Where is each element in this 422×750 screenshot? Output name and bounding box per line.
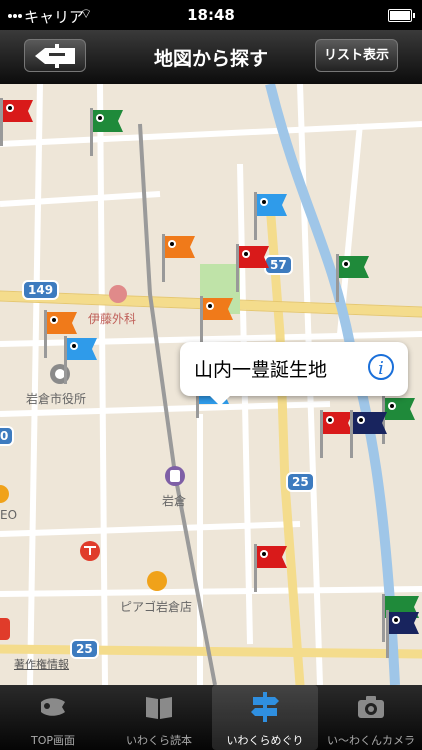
map-label-piago: ピアゴ岩倉店 bbox=[120, 600, 193, 614]
book-icon bbox=[146, 697, 172, 719]
location-callout[interactable]: 山内一豊誕生地 i bbox=[180, 342, 408, 406]
tab-top-label: TOP画面 bbox=[30, 734, 75, 747]
map-view[interactable]: 伊藤外科 岩倉市役所 岩倉 ピアゴ岩倉店 EO 149 25 25 57 0 山… bbox=[0, 84, 422, 685]
tab-top[interactable]: TOP画面 bbox=[0, 685, 106, 750]
tab-camera[interactable]: い〜わくんカメラ bbox=[318, 685, 422, 750]
tab-tour[interactable]: いわくらめぐり bbox=[212, 685, 318, 750]
flag-pin-navy-selected[interactable] bbox=[350, 410, 390, 460]
route-25-shield-lower: 25 bbox=[70, 639, 99, 659]
tab-camera-label: い〜わくんカメラ bbox=[327, 734, 415, 747]
flag-pin-green[interactable] bbox=[90, 108, 126, 158]
flag-pin-blue[interactable] bbox=[64, 336, 100, 386]
status-bar: キャリア ⌔ 18:48 bbox=[0, 0, 422, 30]
koinobori-icon bbox=[41, 698, 65, 716]
map-label-ito-surgery: 伊藤外科 bbox=[88, 312, 137, 326]
navigation-bar: 地図から探す リスト表示 bbox=[0, 30, 422, 84]
flag-pin-green[interactable] bbox=[336, 254, 372, 304]
camera-icon bbox=[358, 696, 384, 718]
route-edge-shield: 0 bbox=[0, 426, 15, 446]
tab-reader-label: いわくら読本 bbox=[126, 734, 192, 747]
signpost-icon bbox=[251, 692, 279, 722]
list-view-button[interactable]: リスト表示 bbox=[314, 39, 398, 72]
flag-pin-navy[interactable] bbox=[386, 610, 422, 660]
info-icon[interactable]: i bbox=[368, 354, 394, 380]
battery-icon bbox=[388, 9, 415, 22]
route-25-shield: 25 bbox=[286, 472, 315, 492]
legal-link[interactable]: 著作権情報 bbox=[14, 656, 69, 672]
flag-pin-blue[interactable] bbox=[254, 192, 290, 242]
tab-bar: TOP画面 いわくら読本 いわくらめぐり い〜わくんカメラ bbox=[0, 685, 422, 750]
map-label-city-office: 岩倉市役所 bbox=[26, 392, 87, 406]
flag-pin-red[interactable] bbox=[0, 98, 36, 148]
route-149-shield: 149 bbox=[22, 280, 60, 300]
flag-pin-orange[interactable] bbox=[162, 234, 198, 284]
flag-pin-orange[interactable] bbox=[200, 296, 236, 346]
tab-reader[interactable]: いわくら読本 bbox=[106, 685, 212, 750]
map-label-station: 岩倉 bbox=[162, 494, 187, 508]
map-label-eo: EO bbox=[0, 508, 18, 522]
callout-title: 山内一豊誕生地 bbox=[194, 359, 328, 381]
flag-pin-red[interactable] bbox=[236, 244, 272, 294]
flag-pin-red[interactable] bbox=[254, 544, 290, 594]
tab-tour-label: いわくらめぐり bbox=[226, 734, 304, 747]
callout-tail bbox=[210, 396, 230, 406]
status-time: 18:48 bbox=[187, 6, 235, 24]
